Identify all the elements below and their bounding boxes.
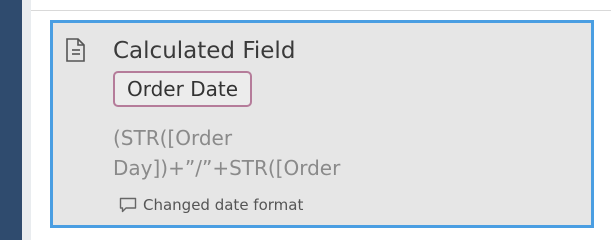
comment-text: Changed date format <box>143 196 304 214</box>
field-name-chip[interactable]: Order Date <box>113 71 252 107</box>
left-panel-bar <box>0 0 22 240</box>
formula-line: (STR([Order <box>113 126 233 150</box>
panel-edge-strip <box>22 0 31 240</box>
step-comment[interactable]: Changed date format <box>119 195 303 215</box>
calculated-field-doc-icon <box>65 37 87 63</box>
step-title: Calculated Field <box>113 38 296 64</box>
change-step-card[interactable]: Calculated Field Order Date (STR([Order … <box>50 20 594 228</box>
formula-line: Day])+”/”+STR([Order <box>113 156 341 180</box>
top-divider <box>31 0 611 11</box>
comment-icon <box>119 197 137 213</box>
calculation-formula: (STR([Order Day])+”/”+STR([Order <box>113 123 340 183</box>
